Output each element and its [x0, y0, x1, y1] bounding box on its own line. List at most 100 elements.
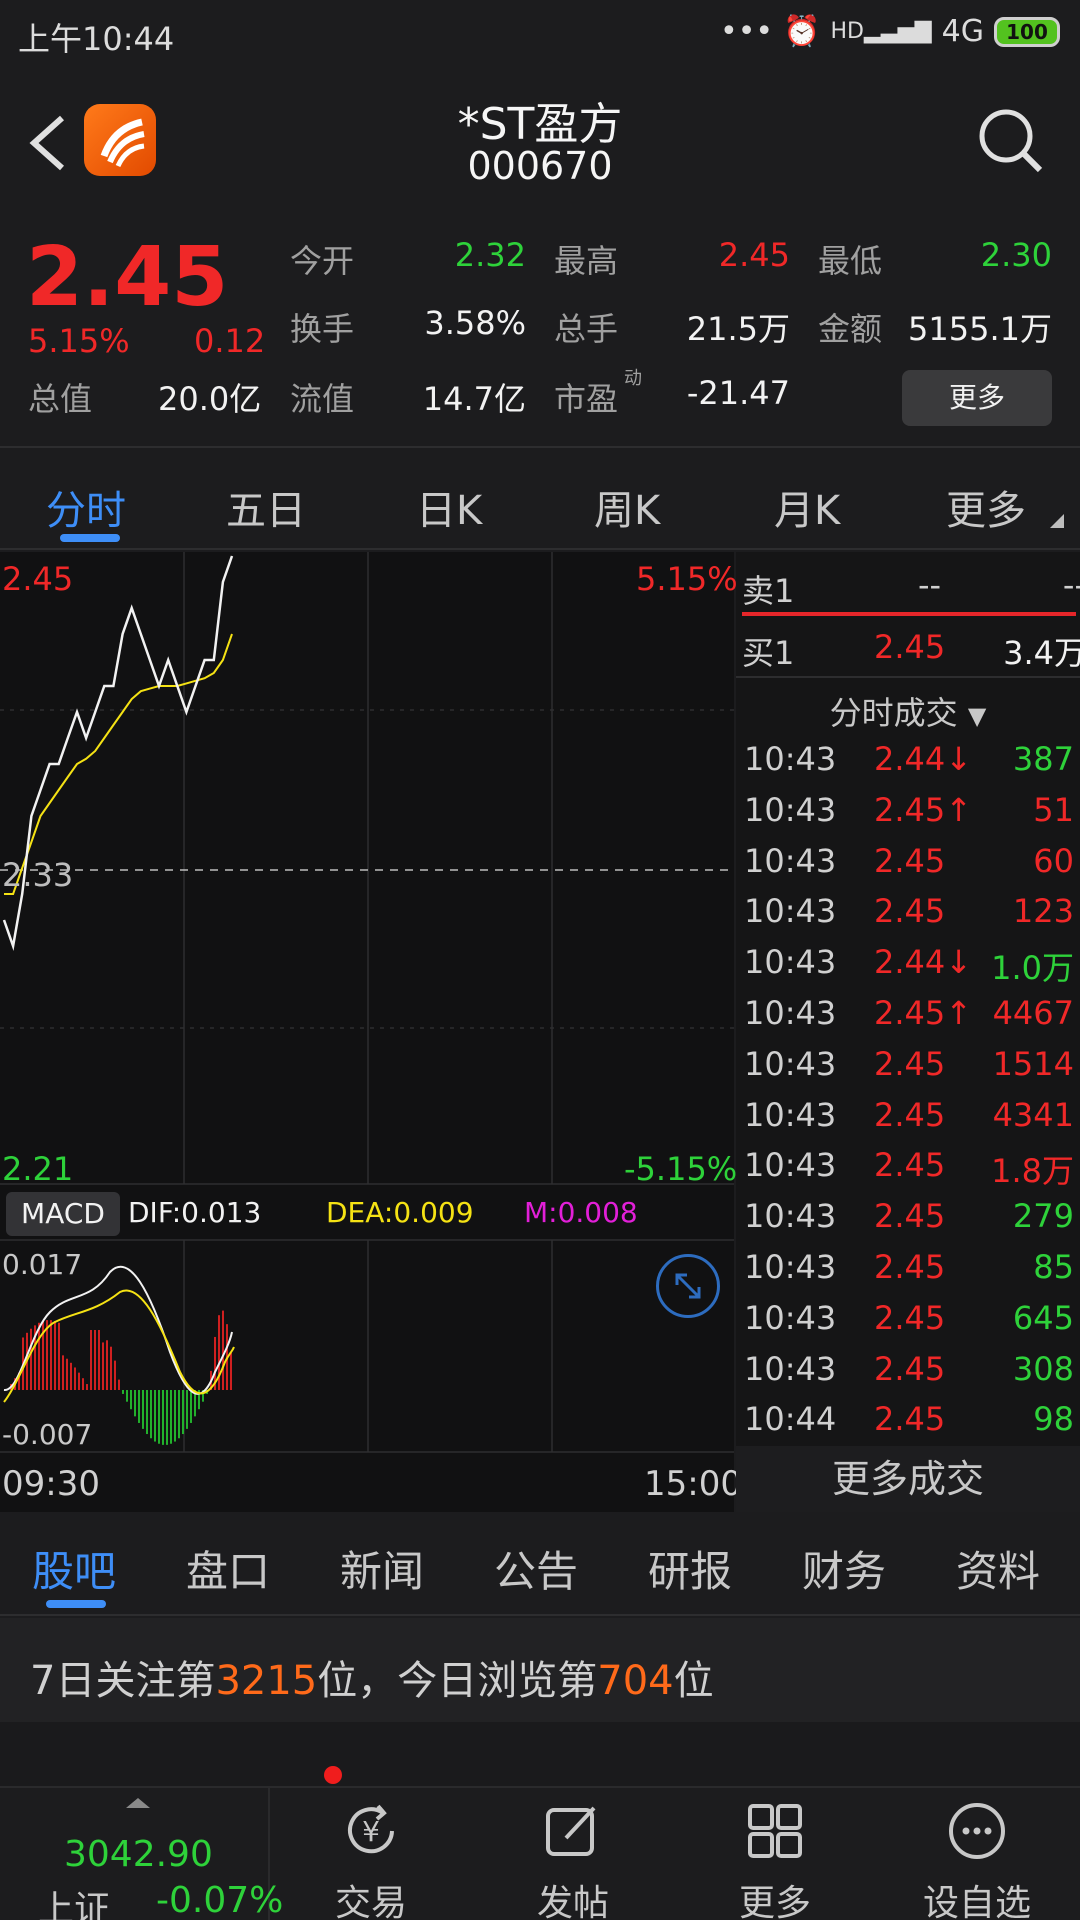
macd-bar [222, 1310, 224, 1390]
tick-row: 10:43 2.45 279 [744, 1197, 1074, 1247]
tab-daily-k[interactable]: 日K [416, 478, 482, 536]
tick-price: 2.45 [874, 1400, 946, 1439]
network-type: 4G [941, 14, 984, 49]
tab-forum[interactable]: 股吧 [32, 1538, 116, 1599]
active-info-tab-indicator [46, 1600, 106, 1608]
tab-news[interactable]: 新闻 [340, 1538, 424, 1599]
macd-indicator-button[interactable]: MACD [6, 1192, 120, 1236]
macd-bar [82, 1378, 84, 1390]
macd-bar [190, 1390, 192, 1423]
tick-price: 2.45 [874, 1095, 946, 1134]
macd-bar [126, 1390, 128, 1402]
pe-label: 市盈 [554, 380, 619, 418]
low-value: 2.30 [980, 236, 1052, 274]
tab-intraday[interactable]: 分时 [46, 478, 126, 536]
tick-volume: 98 [1033, 1400, 1074, 1439]
macd-bar [166, 1390, 168, 1445]
nav-post-label: 发帖 [536, 1883, 609, 1920]
change-amount: 0.12 [194, 322, 266, 360]
tab-more-charts[interactable]: 更多 [946, 478, 1026, 536]
tick-row: 10:43 2.45↑ 4467 [744, 994, 1074, 1044]
macd-bar [98, 1330, 100, 1390]
macd-bar [66, 1358, 68, 1390]
nav-trade-label: 交易 [334, 1883, 407, 1920]
tick-volume: 1514 [992, 1044, 1074, 1083]
pe-value: -21.47 [686, 374, 790, 412]
tick-row: 10:44 2.45 98 [744, 1400, 1074, 1450]
svg-text:¥: ¥ [362, 1815, 380, 1848]
macd-bar [134, 1390, 136, 1417]
macd-bar [86, 1384, 88, 1390]
macd-bar [38, 1322, 40, 1390]
nav-more[interactable]: 更多 [674, 1788, 876, 1920]
total-value: 20.0亿 [158, 380, 262, 418]
tick-volume: 1.8万 [991, 1152, 1074, 1191]
trade-yuan-icon: ¥ [348, 1804, 394, 1854]
tick-row: 10:43 2.45 85 [744, 1248, 1074, 1298]
time-start-label: 09:30 [2, 1464, 100, 1504]
expand-icon[interactable] [656, 1254, 720, 1318]
ticks-header[interactable]: 分时成交 ▼ [736, 688, 1080, 734]
nav-add-watchlist[interactable]: 设自选 [876, 1788, 1078, 1920]
alarm-icon: ⏰ [783, 14, 821, 49]
dropdown-corner-icon [1050, 514, 1064, 528]
tick-price: 2.45 [874, 1197, 946, 1236]
market-index-widget[interactable]: 3042.90 上证 -0.07% [0, 1788, 283, 1920]
more-trades-button[interactable]: 更多成交 [736, 1446, 1080, 1512]
macd-bar [94, 1330, 96, 1390]
tab-market-depth[interactable]: 盘口 [186, 1538, 270, 1599]
macd-bar [114, 1360, 116, 1390]
expand-up-icon [126, 1798, 150, 1808]
macd-bar [142, 1390, 144, 1429]
pe-dynamic-mark: 动 [624, 368, 642, 389]
status-bar: 上午10:44 ••• ⏰ HD▂▃▅▇ 4G 100 [0, 0, 1080, 76]
macd-bar [122, 1390, 124, 1394]
battery-icon: 100 [994, 16, 1060, 47]
search-icon[interactable] [976, 106, 1046, 176]
tab-weekly-k[interactable]: 周K [594, 478, 660, 536]
macd-bar [62, 1355, 64, 1390]
tick-volume: 85 [1033, 1248, 1074, 1286]
chevron-down-icon: ▼ [967, 702, 987, 730]
notification-dot [324, 1766, 342, 1784]
macd-dea-value: DEA:0.009 [326, 1196, 474, 1229]
macd-bar [162, 1390, 164, 1445]
float-value: 14.7亿 [422, 380, 526, 418]
attention-rank-bar[interactable]: 7日关注第3215位，今日浏览第704位 [0, 1618, 1080, 1722]
tick-volume: 387 [1012, 740, 1074, 778]
nav-post[interactable]: 发帖 [472, 1788, 674, 1920]
tab-five-day[interactable]: 五日 [226, 478, 306, 536]
panel-divider [736, 676, 1080, 678]
index-name: 上证 [38, 1889, 111, 1920]
last-price: 2.45 [26, 230, 229, 325]
price-top-label: 2.45 [2, 560, 74, 598]
float-value-label: 流值 [290, 380, 355, 418]
tab-profile[interactable]: 资料 [956, 1538, 1040, 1599]
macd-top-label: 0.017 [2, 1248, 83, 1281]
nav-trade[interactable]: ¥ 交易 [270, 1788, 472, 1920]
tab-announcements[interactable]: 公告 [494, 1538, 578, 1599]
tick-volume: 4467 [992, 994, 1074, 1032]
tab-research[interactable]: 研报 [648, 1538, 732, 1599]
tick-price: 2.45↑ [874, 994, 973, 1032]
macd-bar [54, 1321, 56, 1390]
macd-bar [106, 1340, 108, 1390]
tab-monthly-k[interactable]: 月K [774, 478, 840, 536]
buy1-label: 买1 [742, 634, 795, 672]
macd-bar [186, 1390, 188, 1429]
tick-time: 10:43 [744, 1146, 837, 1185]
pct-top-label: 5.15% [636, 560, 738, 598]
tick-time: 10:43 [744, 1044, 837, 1083]
macd-bar [138, 1390, 140, 1423]
macd-bar [230, 1352, 232, 1390]
tick-time: 10:43 [744, 994, 837, 1032]
more-quote-button[interactable]: 更多 [902, 370, 1052, 426]
tick-volume: 645 [1012, 1298, 1074, 1337]
tab-financials[interactable]: 财务 [802, 1538, 886, 1599]
ellipsis-circle-icon [949, 1803, 1005, 1859]
buy1-volume: 3.4万 [1003, 634, 1080, 672]
ticks-header-label: 分时成交 [829, 694, 958, 732]
attention-rank-text: 7日关注第3215位，今日浏览第704位 [30, 1658, 714, 1704]
tick-time: 10:43 [744, 1298, 837, 1337]
tick-price: 2.45 [874, 1248, 946, 1286]
